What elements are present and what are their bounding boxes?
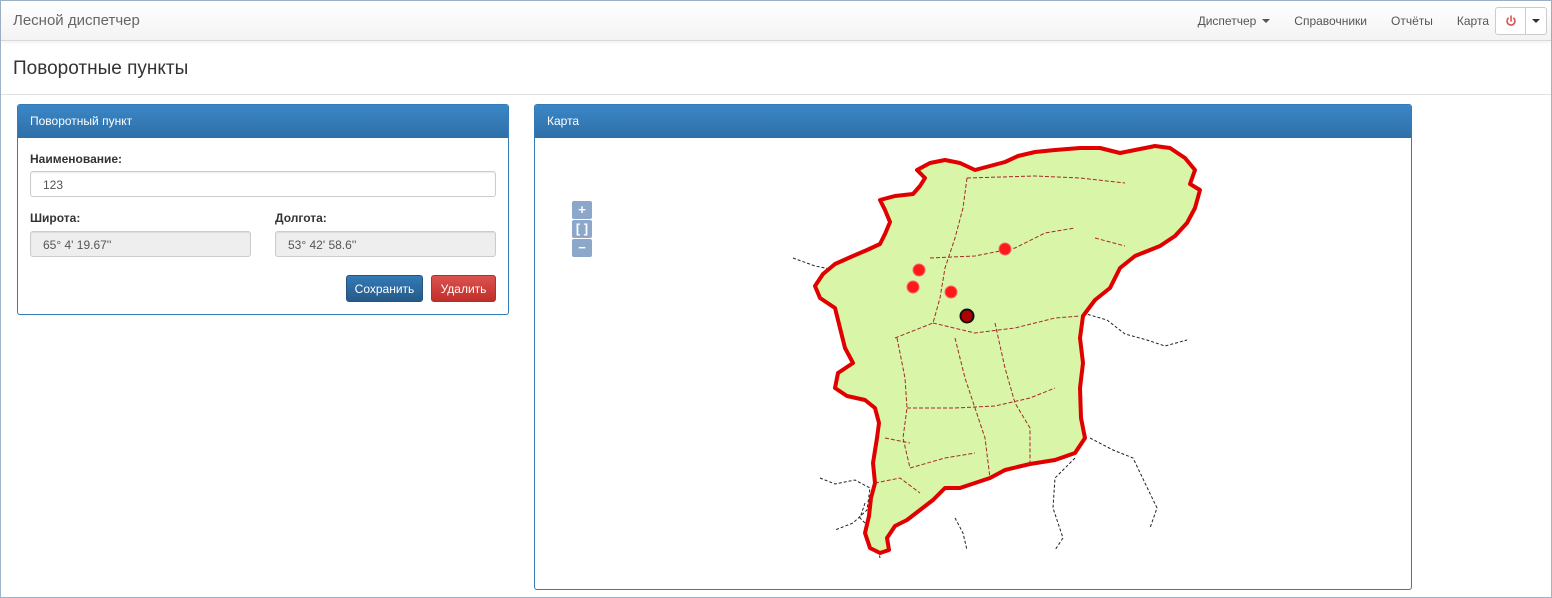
panel-heading: Карта (535, 105, 1411, 138)
nav-menu: Диспетчер Справочники Отчёты Карта (1174, 1, 1489, 40)
point-form-panel: Поворотный пункт Наименование: 123 Широт… (17, 104, 509, 315)
nav-item-label: Диспетчер (1197, 13, 1257, 28)
longitude-input[interactable]: 53° 42' 58.6'' (275, 231, 496, 257)
page-title: Поворотные пункты (13, 58, 189, 79)
longitude-label: Долгота: (275, 211, 327, 225)
nav-item-label: Отчёты (1391, 13, 1433, 28)
nav-item-label: Карта (1456, 13, 1489, 28)
nav-item-map[interactable]: Карта (1457, 14, 1489, 28)
zoom-extent-button[interactable]: [ ] (572, 220, 592, 238)
chevron-down-icon (1532, 19, 1540, 23)
map-canvas[interactable] (535, 138, 1409, 587)
chevron-down-icon (1262, 18, 1271, 23)
nav-item-reports[interactable]: Отчёты (1391, 14, 1433, 28)
zoom-in-button[interactable]: + (572, 201, 592, 219)
navbar: Лесной диспетчер Диспетчер Справочники О… (1, 1, 1551, 41)
nav-item-dispatcher[interactable]: Диспетчер (1198, 14, 1271, 28)
save-button[interactable]: Сохранить (346, 275, 423, 302)
latitude-input[interactable]: 65° 4' 19.67'' (30, 231, 251, 257)
name-input[interactable]: 123 (30, 171, 496, 197)
power-icon (1505, 15, 1516, 26)
nav-item-directories[interactable]: Справочники (1294, 14, 1367, 28)
power-dropdown-toggle[interactable] (1526, 8, 1546, 34)
selected-map-marker[interactable] (959, 308, 975, 324)
latitude-label: Широта: (30, 211, 81, 225)
region-shape (813, 144, 1202, 555)
map-zoom-control: + [ ] − (571, 199, 595, 259)
nav-item-label: Справочники (1294, 13, 1367, 28)
panel-heading: Поворотный пункт (18, 105, 508, 138)
delete-button[interactable]: Удалить (431, 275, 496, 302)
map-marker[interactable] (998, 242, 1012, 256)
map-panel: Карта + [] − (534, 104, 1412, 590)
map-marker[interactable] (912, 263, 926, 277)
map-marker[interactable] (906, 280, 920, 294)
zoom-out-button[interactable]: − (572, 239, 592, 257)
divider (1, 94, 1551, 95)
power-button-group (1495, 7, 1547, 35)
name-label: Наименование: (30, 152, 123, 166)
power-button[interactable] (1496, 8, 1526, 34)
map-marker[interactable] (944, 285, 958, 299)
brand-title[interactable]: Лесной диспетчер (13, 12, 140, 29)
